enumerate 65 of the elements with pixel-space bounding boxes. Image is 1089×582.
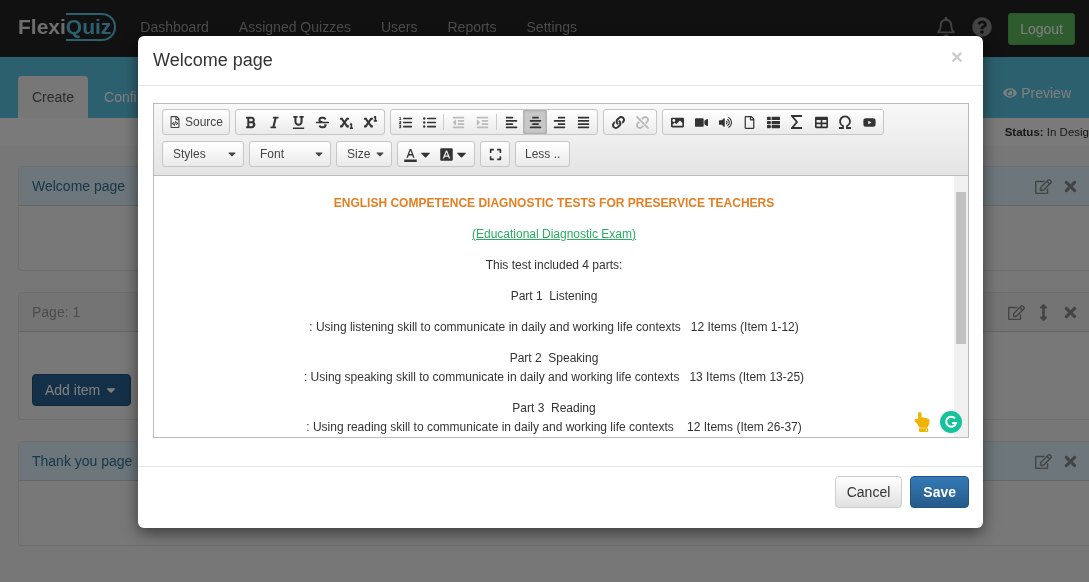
page-icon bbox=[742, 115, 756, 129]
subscript-icon bbox=[339, 115, 353, 129]
justify-icon bbox=[576, 115, 590, 129]
status-text: Status: In Desig bbox=[1004, 126, 1089, 138]
eye-icon bbox=[1003, 86, 1018, 100]
expand-icon bbox=[488, 147, 502, 161]
speaker-icon bbox=[718, 115, 732, 129]
superscript-icon bbox=[363, 115, 377, 129]
document-heading: ENGLISH COMPETENCE DIAGNOSTIC TESTS FOR PRESERVICE TEACHERS bbox=[333, 195, 775, 212]
document-text: This test included 4 parts: bbox=[485, 257, 623, 274]
video-play-icon bbox=[862, 115, 876, 129]
source-button[interactable]: Source bbox=[165, 110, 228, 134]
document-text: : Using listening skill to communicate in daily and working life contexts 12 Items (Item 1-12) bbox=[309, 319, 799, 336]
less-button[interactable]: Less .. bbox=[515, 141, 571, 167]
background-color-icon bbox=[439, 146, 454, 162]
nav-link[interactable]: Users bbox=[380, 18, 418, 35]
document-text: Part 2 Speaking bbox=[509, 350, 599, 367]
tab[interactable]: Confi bbox=[90, 76, 151, 118]
document-text: : Using speaking skill to communicate in daily and working life contexts 13 Items (Item 13-25) bbox=[303, 369, 805, 386]
bell-icon[interactable] bbox=[936, 16, 957, 37]
align-center-button[interactable] bbox=[523, 110, 548, 134]
align-center-icon bbox=[528, 115, 542, 129]
format-dropdown[interactable]: Styles bbox=[162, 141, 244, 167]
nav-link[interactable]: Settings bbox=[526, 18, 578, 35]
modal-title: Welcome page bbox=[153, 50, 274, 71]
image-icon bbox=[670, 115, 684, 129]
strikethrough-icon bbox=[315, 115, 329, 129]
template-icon bbox=[766, 115, 780, 129]
video-camera-icon bbox=[694, 115, 708, 129]
document-text: Part 3 Reading bbox=[512, 400, 596, 417]
text-color-icon bbox=[403, 146, 418, 162]
tab[interactable]: Create bbox=[18, 76, 89, 118]
align-left-icon bbox=[504, 115, 518, 129]
save-button[interactable]: Save bbox=[910, 475, 969, 508]
link-icon bbox=[611, 115, 625, 129]
format-dropdown[interactable]: Size bbox=[336, 141, 392, 167]
logout-button[interactable]: Logout bbox=[1008, 12, 1075, 45]
format-dropdown[interactable]: Font bbox=[249, 141, 331, 167]
card-title: Welcome page bbox=[32, 178, 127, 194]
unlink-icon bbox=[635, 115, 649, 129]
preview-link[interactable]: Preview bbox=[1003, 85, 1071, 101]
document-text: : Using reading skill to communicate in daily and working life contexts 12 Items (Item 26-37) bbox=[306, 419, 802, 436]
close-button[interactable]: × bbox=[945, 44, 968, 77]
sigma-icon bbox=[791, 115, 804, 129]
nav-link[interactable]: Reports bbox=[447, 18, 497, 35]
document-text: Part 1 Listening bbox=[510, 288, 598, 305]
bulleted-list-icon bbox=[422, 115, 436, 129]
add-item-button[interactable]: Add item bbox=[32, 374, 132, 406]
underline-icon bbox=[291, 115, 305, 129]
grammar-logo-icon bbox=[940, 411, 962, 433]
code-file-icon bbox=[169, 116, 181, 128]
scrollbar[interactable] bbox=[954, 176, 968, 437]
nav-link[interactable]: Assigned Quizzes bbox=[238, 18, 351, 35]
card-title: Thank you page bbox=[32, 453, 134, 469]
document-link[interactable]: (Educational Diagnostic Exam) bbox=[471, 225, 637, 244]
bold-icon bbox=[243, 115, 257, 129]
outdent-icon bbox=[451, 115, 465, 129]
align-right-icon bbox=[552, 115, 566, 129]
numbered-list-icon bbox=[398, 115, 412, 129]
omega-icon bbox=[838, 115, 853, 129]
indent-icon bbox=[475, 115, 489, 129]
cancel-button[interactable]: Cancel bbox=[834, 475, 903, 508]
table-icon bbox=[814, 115, 828, 129]
italic-icon bbox=[267, 115, 281, 129]
nav-link[interactable]: Dashboard bbox=[140, 18, 209, 35]
